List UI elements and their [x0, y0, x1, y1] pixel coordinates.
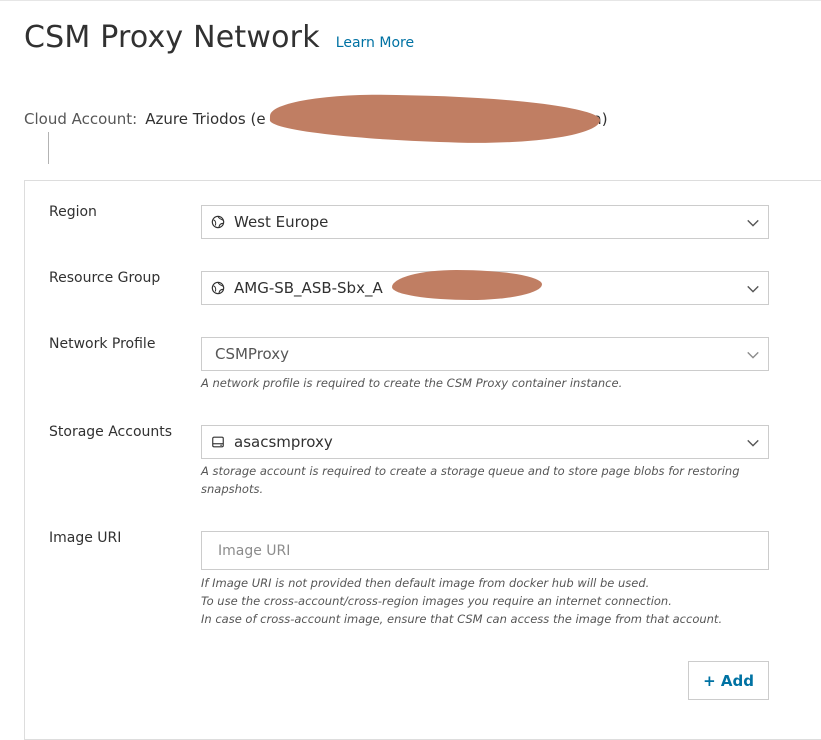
chevron-down-icon	[747, 285, 759, 293]
region-label: Region	[49, 204, 97, 220]
storage-accounts-select[interactable]: asacsmproxy	[201, 425, 769, 459]
storage-accounts-label: Storage Accounts	[49, 424, 173, 440]
image-uri-label: Image URI	[49, 530, 122, 546]
region-select[interactable]: West Europe	[201, 205, 769, 239]
cloud-account-label: Cloud Account:	[24, 110, 138, 128]
top-divider	[0, 0, 821, 1]
image-uri-help-line: In case of cross-account image, ensure t…	[201, 612, 723, 626]
image-uri-input[interactable]	[201, 531, 769, 570]
image-uri-help-line: To use the cross-account/cross-region im…	[201, 594, 672, 608]
page-header: CSM Proxy Network Learn More	[24, 20, 414, 55]
image-uri-help: If Image URI is not provided then defaul…	[201, 574, 771, 628]
image-uri-help-line: If Image URI is not provided then defaul…	[201, 576, 650, 590]
network-profile-select[interactable]: CSMProxy	[201, 337, 769, 371]
network-profile-value: CSMProxy	[215, 345, 290, 363]
chevron-down-icon	[747, 351, 759, 359]
page-title: CSM Proxy Network	[24, 20, 320, 55]
globe-icon	[211, 281, 225, 295]
redaction-mark	[269, 91, 601, 147]
storage-accounts-help: A storage account is required to create …	[201, 464, 740, 496]
region-value: West Europe	[234, 213, 329, 231]
chevron-down-icon	[747, 439, 759, 447]
resource-group-label: Resource Group	[49, 270, 161, 286]
form-card	[24, 180, 821, 740]
network-profile-label: Network Profile	[49, 336, 156, 352]
network-profile-help: A network profile is required to create …	[201, 376, 623, 390]
resource-group-value: AMG-SB_ASB-Sbx_A	[234, 279, 383, 297]
add-button[interactable]: + Add	[688, 661, 769, 700]
learn-more-link[interactable]: Learn More	[336, 35, 414, 51]
cloud-account-value: Azure Triodos (e	[145, 110, 266, 128]
chevron-down-icon	[747, 219, 759, 227]
storage-accounts-value: asacsmproxy	[234, 433, 333, 451]
redaction-mark	[392, 270, 542, 300]
globe-icon	[211, 215, 225, 229]
vertical-connector	[48, 132, 49, 164]
storage-icon	[212, 436, 224, 448]
